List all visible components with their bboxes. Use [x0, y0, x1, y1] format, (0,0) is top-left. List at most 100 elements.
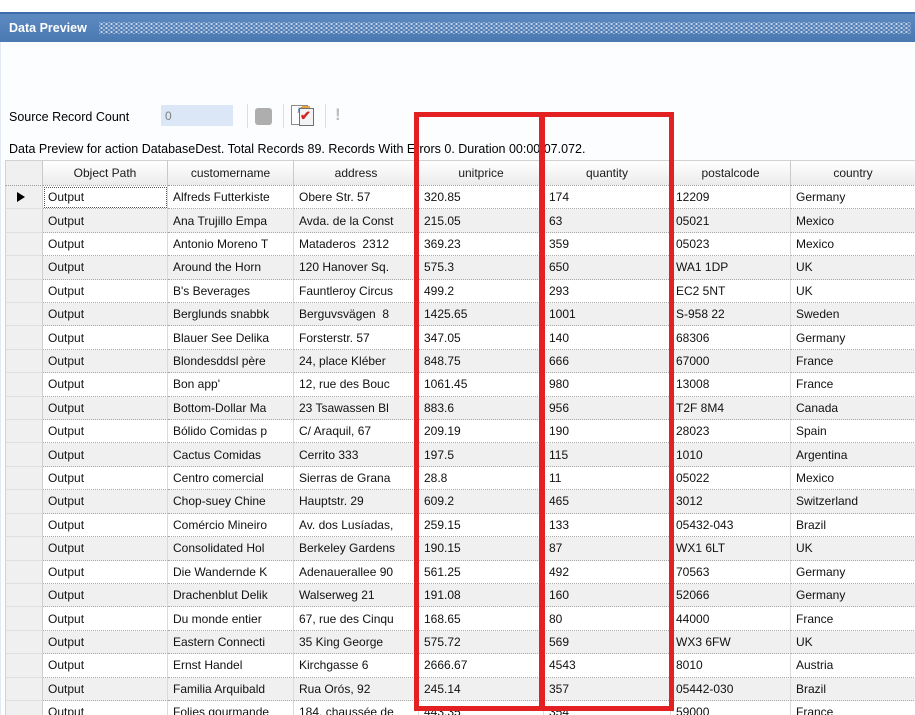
cell-unitprice[interactable]: 215.05	[419, 209, 544, 232]
cell-country[interactable]: UK	[791, 537, 915, 560]
cell-object-path[interactable]: Output	[43, 537, 168, 560]
cell-object-path[interactable]: Output	[43, 303, 168, 326]
row-selector-cell[interactable]	[5, 537, 43, 560]
cell-object-path[interactable]: Output	[43, 256, 168, 279]
cell-address[interactable]: 35 King George	[294, 631, 419, 654]
cell-object-path[interactable]: Output	[43, 233, 168, 256]
cell-address[interactable]: Forsterstr. 57	[294, 326, 419, 349]
cell-unitprice[interactable]: 561.25	[419, 561, 544, 584]
cell-postalcode[interactable]: 8010	[671, 654, 791, 677]
cell-unitprice[interactable]: 245.14	[419, 678, 544, 701]
cell-address[interactable]: Av. dos Lusíadas,	[294, 514, 419, 537]
cell-country[interactable]: UK	[791, 631, 915, 654]
row-selector-cell[interactable]	[5, 678, 43, 701]
table-row[interactable]: OutputAround the Horn120 Hanover Sq.575.…	[5, 256, 915, 279]
cell-object-path[interactable]: Output	[43, 467, 168, 490]
row-selector-cell[interactable]	[5, 233, 43, 256]
cell-quantity[interactable]: 465	[544, 490, 671, 513]
table-row[interactable]: OutputFolies gourmande184, chaussée de44…	[5, 701, 915, 715]
table-row[interactable]: OutputBlauer See DelikaForsterstr. 57347…	[5, 326, 915, 349]
table-row[interactable]: OutputComércio MineiroAv. dos Lusíadas,2…	[5, 514, 915, 537]
row-selector-cell[interactable]	[5, 397, 43, 420]
row-selector-cell[interactable]	[5, 303, 43, 326]
cell-address[interactable]: Berkeley Gardens	[294, 537, 419, 560]
cell-customername[interactable]: Ana Trujillo Empa	[168, 209, 294, 232]
cell-unitprice[interactable]: 347.05	[419, 326, 544, 349]
cell-address[interactable]: Obere Str. 57	[294, 186, 419, 209]
cell-unitprice[interactable]: 2666.67	[419, 654, 544, 677]
cell-unitprice[interactable]: 575.72	[419, 631, 544, 654]
cell-postalcode[interactable]: 44000	[671, 607, 791, 630]
cell-quantity[interactable]: 160	[544, 584, 671, 607]
cell-customername[interactable]: Blauer See Delika	[168, 326, 294, 349]
cell-quantity[interactable]: 80	[544, 607, 671, 630]
table-row[interactable]: OutputAntonio Moreno TMataderos 2312369.…	[5, 233, 915, 256]
table-row[interactable]: OutputBólido Comidas pC/ Araquil, 67209.…	[5, 420, 915, 443]
table-row[interactable]: OutputCentro comercialSierras de Grana28…	[5, 467, 915, 490]
cell-postalcode[interactable]: 68306	[671, 326, 791, 349]
cell-object-path[interactable]: Output	[43, 607, 168, 630]
cell-postalcode[interactable]: 59000	[671, 701, 791, 715]
row-selector-cell[interactable]	[5, 490, 43, 513]
cell-unitprice[interactable]: 259.15	[419, 514, 544, 537]
cell-address[interactable]: Hauptstr. 29	[294, 490, 419, 513]
cell-object-path[interactable]: Output	[43, 631, 168, 654]
cell-unitprice[interactable]: 209.19	[419, 420, 544, 443]
cell-unitprice[interactable]: 197.5	[419, 443, 544, 466]
cell-customername[interactable]: Ernst Handel	[168, 654, 294, 677]
cell-address[interactable]: Kirchgasse 6	[294, 654, 419, 677]
cell-country[interactable]: France	[791, 350, 915, 373]
source-record-count-input[interactable]	[161, 105, 233, 126]
cell-postalcode[interactable]: 05442-030	[671, 678, 791, 701]
cell-customername[interactable]: Bon app'	[168, 373, 294, 396]
cell-postalcode[interactable]: 05022	[671, 467, 791, 490]
cell-customername[interactable]: Die Wandernde K	[168, 561, 294, 584]
row-selector-cell[interactable]	[5, 467, 43, 490]
cell-object-path[interactable]: Output	[43, 373, 168, 396]
cell-country[interactable]: Germany	[791, 584, 915, 607]
cell-country[interactable]: Austria	[791, 654, 915, 677]
cell-object-path[interactable]: Output	[43, 350, 168, 373]
cell-address[interactable]: 120 Hanover Sq.	[294, 256, 419, 279]
cell-quantity[interactable]: 359	[544, 233, 671, 256]
cell-postalcode[interactable]: 05432-043	[671, 514, 791, 537]
cell-country[interactable]: France	[791, 373, 915, 396]
cell-object-path[interactable]: Output	[43, 280, 168, 303]
column-header-customername[interactable]: customername	[168, 160, 294, 186]
row-selector-cell[interactable]	[5, 186, 43, 209]
cell-unitprice[interactable]: 499.2	[419, 280, 544, 303]
cell-unitprice[interactable]: 191.08	[419, 584, 544, 607]
cell-quantity[interactable]: 980	[544, 373, 671, 396]
table-row[interactable]: OutputBottom-Dollar Ma23 Tsawassen Bl883…	[5, 397, 915, 420]
cell-country[interactable]: Canada	[791, 397, 915, 420]
cell-customername[interactable]: Chop-suey Chine	[168, 490, 294, 513]
cell-address[interactable]: Sierras de Grana	[294, 467, 419, 490]
cell-quantity[interactable]: 190	[544, 420, 671, 443]
cell-unitprice[interactable]: 609.2	[419, 490, 544, 513]
cell-postalcode[interactable]: WX3 6FW	[671, 631, 791, 654]
table-row[interactable]: OutputDrachenblut DelikWalserweg 21191.0…	[5, 584, 915, 607]
cell-unitprice[interactable]: 1061.45	[419, 373, 544, 396]
preview-data-check-icon[interactable]: if ✔	[291, 104, 317, 129]
cell-object-path[interactable]: Output	[43, 209, 168, 232]
column-header-postalcode[interactable]: postalcode	[671, 160, 791, 186]
cell-address[interactable]: Cerrito 333	[294, 443, 419, 466]
cell-address[interactable]: Mataderos 2312	[294, 233, 419, 256]
cell-customername[interactable]: Antonio Moreno T	[168, 233, 294, 256]
table-row[interactable]: OutputB's BeveragesFauntleroy Circus499.…	[5, 280, 915, 303]
cell-address[interactable]: 12, rue des Bouc	[294, 373, 419, 396]
cell-postalcode[interactable]: S-958 22	[671, 303, 791, 326]
cell-customername[interactable]: Bólido Comidas p	[168, 420, 294, 443]
table-row[interactable]: OutputChop-suey ChineHauptstr. 29609.246…	[5, 490, 915, 513]
cell-object-path[interactable]: Output	[43, 326, 168, 349]
cell-object-path[interactable]: Output	[43, 514, 168, 537]
table-row[interactable]: OutputErnst HandelKirchgasse 62666.67454…	[5, 654, 915, 677]
column-header-object-path[interactable]: Object Path	[43, 160, 168, 186]
cell-customername[interactable]: Familia Arquibald	[168, 678, 294, 701]
row-selector-cell[interactable]	[5, 256, 43, 279]
cell-object-path[interactable]: Output	[43, 420, 168, 443]
cell-postalcode[interactable]: WA1 1DP	[671, 256, 791, 279]
cell-unitprice[interactable]: 190.15	[419, 537, 544, 560]
cell-country[interactable]: Germany	[791, 186, 915, 209]
cell-address[interactable]: Berguvsvägen 8	[294, 303, 419, 326]
